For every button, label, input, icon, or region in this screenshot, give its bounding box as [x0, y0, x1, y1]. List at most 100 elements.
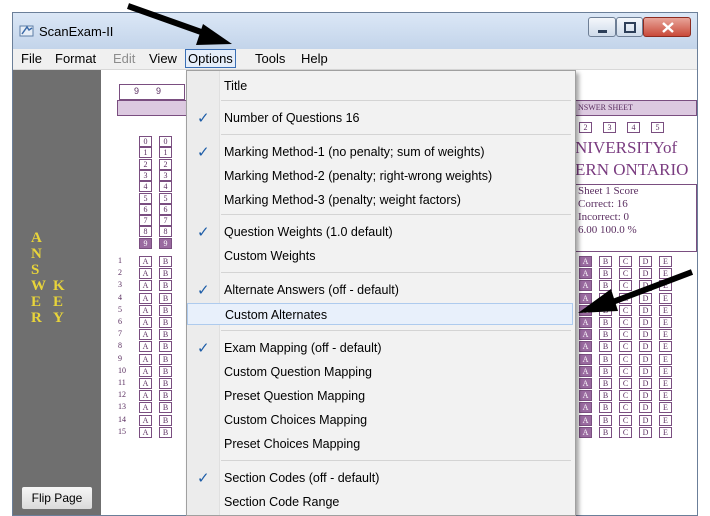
answer-letter: W [31, 278, 46, 294]
score-box: Sheet 1 Score Correct: 16 Incorrect: 0 6… [575, 184, 697, 252]
options-menu-item[interactable]: ✓ Exam Mapping (off - default) [187, 337, 573, 359]
options-menu-item[interactable]: Custom Alternates [187, 303, 573, 325]
options-menu-item[interactable]: ✓ Number of Questions 16 [187, 107, 573, 129]
close-button[interactable] [643, 17, 691, 37]
options-menu-item[interactable]: Title [187, 75, 573, 97]
id-digit-bubble: 2 [159, 158, 172, 170]
choice-bubble: E [659, 304, 672, 316]
app-icon [19, 25, 34, 37]
choice-bubble: A [139, 268, 152, 280]
menu-options[interactable]: Options [185, 49, 236, 68]
menu-edit[interactable]: Edit [111, 51, 137, 66]
menu-item-label: Alternate Answers (off - default) [224, 283, 399, 297]
choice-bubble: B [599, 426, 612, 438]
choice-bubble: B [599, 304, 612, 316]
options-menu-item[interactable]: Custom Question Mapping [187, 361, 573, 383]
id-digit-bubble: 1 [139, 147, 152, 159]
menu-help[interactable]: Help [299, 51, 330, 66]
question-number: 9 [118, 353, 122, 363]
options-menu-item[interactable]: ✓ Section Codes (off - default) [187, 467, 573, 489]
choice-bubble: D [639, 426, 652, 438]
score-value: 6.00 100.0 % [578, 224, 637, 236]
menu-item-label: Question Weights (1.0 default) [224, 225, 393, 239]
choice-bubble: A [579, 353, 592, 365]
choice-bubble: B [159, 329, 172, 341]
options-menu-item[interactable]: ✓ Question Weights (1.0 default) [187, 221, 573, 243]
options-menu-item[interactable]: Marking Method-3 (penalty; weight factor… [187, 189, 573, 211]
menu-format[interactable]: Format [53, 51, 98, 66]
choice-bubble: C [619, 256, 632, 267]
choice-bubble: A [139, 280, 152, 292]
choice-bubble: A [579, 292, 592, 304]
choice-bubble: E [659, 353, 672, 365]
flip-page-button[interactable]: Flip Page [21, 486, 93, 510]
options-menu-item[interactable]: Custom Choices Mapping [187, 409, 573, 431]
choice-bubble: B [599, 353, 612, 365]
choice-bubble: E [659, 426, 672, 438]
university-name-line2: ERN ONTARIO [575, 160, 689, 179]
question-number: 14 [118, 414, 126, 424]
checkmark-icon: ✓ [197, 340, 210, 357]
choice-bubble: A [139, 317, 152, 328]
options-menu-item[interactable]: Preset Question Mapping [187, 385, 573, 407]
choice-bubble: A [579, 402, 592, 414]
score-correct: Correct: 16 [578, 198, 628, 210]
choice-bubble: D [639, 353, 652, 365]
id-digit-bubble: 7 [139, 215, 152, 227]
question-number: 11 [118, 378, 126, 387]
question-number: 7 [118, 329, 122, 339]
choice-bubble: D [639, 402, 652, 414]
choice-bubble: D [639, 378, 652, 389]
minimize-button[interactable] [588, 17, 616, 37]
choice-bubble: C [619, 353, 632, 365]
menu-tools[interactable]: Tools [253, 51, 287, 66]
score-title: Sheet 1 Score [578, 185, 639, 197]
question-number: 3 [118, 280, 122, 290]
window-title: ScanExam-II [39, 24, 114, 39]
maximize-button[interactable] [616, 17, 643, 37]
menu-separator [221, 272, 571, 273]
choice-bubble: C [619, 268, 632, 280]
choice-bubble: A [579, 426, 592, 438]
choice-number-box: 4 [627, 122, 640, 133]
options-menu-item[interactable]: ✓ Alternate Answers (off - default) [187, 279, 573, 301]
options-menu-item[interactable]: Custom Weights [187, 245, 573, 267]
answer-letter: S [31, 262, 40, 278]
choice-bubble: D [639, 256, 652, 267]
menu-item-label: Custom Alternates [225, 308, 328, 322]
choice-bubble: A [579, 256, 592, 267]
choice-bubble: A [579, 390, 592, 402]
options-menu-item[interactable]: Section Code Range [187, 491, 573, 513]
checkmark-icon: ✓ [197, 282, 210, 299]
menu-item-label: Number of Questions 16 [224, 111, 360, 125]
options-dropdown-menu: Title ✓ Number of Questions 16 ✓ Marking Met… [186, 70, 576, 516]
menu-item-label: Section Code Range [224, 495, 340, 509]
question-number: 5 [118, 304, 122, 314]
choice-bubble: C [619, 390, 632, 402]
choice-bubble: B [159, 390, 172, 402]
choice-bubble: D [639, 292, 652, 304]
choice-bubble: D [639, 341, 652, 353]
choice-bubble: A [139, 341, 152, 353]
checkmark-icon: ✓ [197, 224, 210, 241]
choice-bubble: A [579, 341, 592, 353]
choice-bubble: B [159, 402, 172, 414]
choice-bubble: D [639, 268, 652, 280]
options-menu-item[interactable]: Marking Method-2 (penalty; right-wrong w… [187, 165, 573, 187]
choice-bubble: A [139, 292, 152, 304]
choice-bubble: B [599, 402, 612, 414]
score-incorrect: Incorrect: 0 [578, 211, 629, 223]
menu-file[interactable]: File [19, 51, 44, 66]
choice-bubble: A [139, 426, 152, 438]
options-menu-item[interactable]: Preset Choices Mapping [187, 433, 573, 455]
choice-bubble: A [579, 329, 592, 341]
choice-bubble: B [599, 378, 612, 389]
id-digit-bubble: 4 [139, 181, 152, 193]
menu-view[interactable]: View [147, 51, 179, 66]
options-menu-item[interactable]: ✓ Marking Method-1 (no penalty; sum of we… [187, 141, 573, 163]
choice-bubble: A [139, 390, 152, 402]
menu-item-label: Marking Method-3 (penalty; weight factor… [224, 193, 461, 207]
menu-item-label: Title [224, 79, 248, 93]
choice-bubble: B [599, 414, 612, 426]
answer-letter: A [31, 230, 42, 246]
